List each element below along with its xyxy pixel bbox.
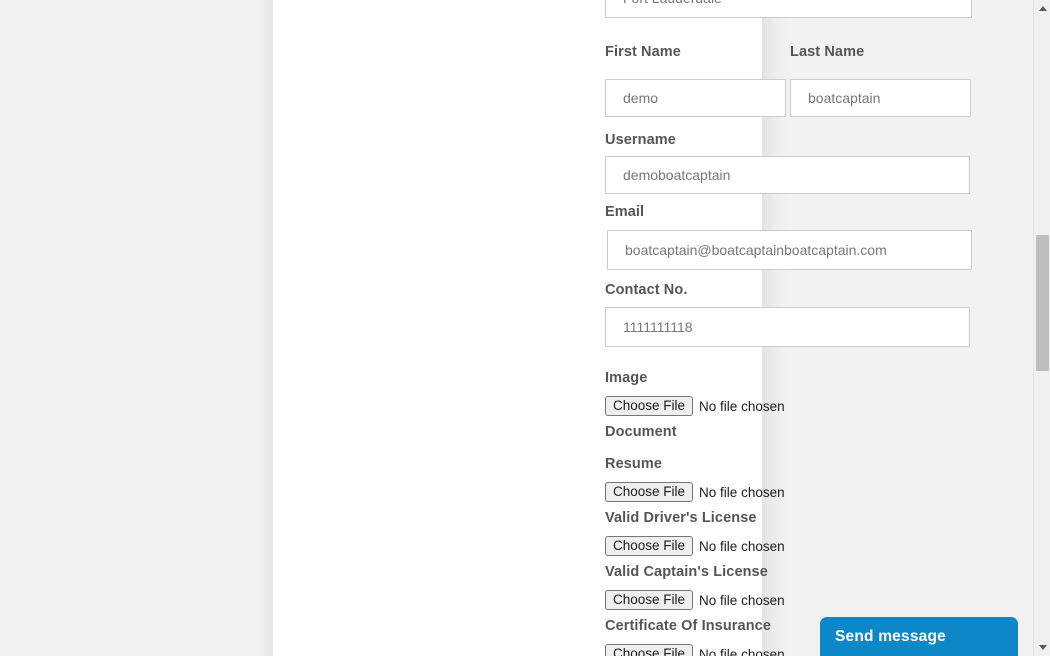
contact-no-input[interactable] — [605, 307, 970, 347]
card-left-shadow — [257, 0, 273, 656]
email-input[interactable] — [607, 230, 972, 270]
scrollbar-thumb[interactable] — [1036, 235, 1049, 371]
certificate-of-insurance-file-status: No file chosen — [699, 646, 785, 656]
email-label: Email — [605, 204, 645, 220]
image-choose-file-button[interactable]: Choose File — [605, 396, 694, 416]
drivers-license-file-status: No file chosen — [699, 538, 785, 554]
send-message-label: Send message — [835, 627, 946, 645]
contact-no-label: Contact No. — [605, 282, 688, 298]
resume-label: Resume — [605, 456, 663, 472]
page-root: First Name Last Name Username Email — [0, 0, 1050, 656]
username-label: Username — [605, 132, 676, 148]
form-content-card: First Name Last Name Username Email — [273, 0, 972, 656]
document-section-heading-group: Document — [605, 423, 1005, 441]
resume-choose-file-button[interactable]: Choose File — [605, 482, 694, 502]
scroll-up-arrow-icon[interactable] — [1034, 0, 1050, 17]
drivers-license-label: Valid Driver's License — [605, 510, 757, 526]
first-name-label: First Name — [605, 44, 681, 60]
drivers-license-choose-file-button[interactable]: Choose File — [605, 536, 694, 556]
send-message-chat-button[interactable]: Send message — [820, 617, 1018, 656]
first-name-group: First Name — [605, 43, 786, 117]
captains-license-label: Valid Captain's License — [605, 564, 768, 580]
city-input[interactable] — [605, 0, 972, 18]
username-group: Username — [605, 131, 1005, 194]
resume-file-status: No file chosen — [699, 484, 785, 500]
captains-license-upload-group: Valid Captain's License Choose File No f… — [605, 563, 1005, 610]
email-group: Email — [605, 203, 1005, 270]
last-name-input[interactable] — [790, 79, 971, 117]
city-field-group — [605, 0, 972, 18]
image-file-status: No file chosen — [699, 398, 785, 414]
captains-license-file-status: No file chosen — [699, 592, 785, 608]
captains-license-file-row: Choose File No file chosen — [605, 590, 1005, 610]
resume-upload-group: Resume Choose File No file chosen — [605, 455, 1005, 502]
username-input[interactable] — [605, 156, 970, 194]
vertical-scrollbar[interactable] — [1033, 0, 1050, 656]
captains-license-choose-file-button[interactable]: Choose File — [605, 590, 694, 610]
image-upload-group: Image Choose File No file chosen — [605, 369, 1005, 416]
last-name-label: Last Name — [790, 44, 865, 60]
image-label: Image — [605, 370, 648, 386]
first-name-input[interactable] — [605, 79, 786, 117]
certificate-of-insurance-choose-file-button[interactable]: Choose File — [605, 644, 694, 656]
last-name-group: Last Name — [790, 43, 971, 117]
contact-no-group: Contact No. — [605, 281, 1005, 347]
image-file-row: Choose File No file chosen — [605, 396, 1005, 416]
drivers-license-upload-group: Valid Driver's License Choose File No fi… — [605, 509, 1005, 556]
drivers-license-file-row: Choose File No file chosen — [605, 536, 1005, 556]
resume-file-row: Choose File No file chosen — [605, 482, 1005, 502]
document-section-heading: Document — [605, 424, 677, 440]
scroll-down-arrow-icon[interactable] — [1034, 639, 1050, 656]
